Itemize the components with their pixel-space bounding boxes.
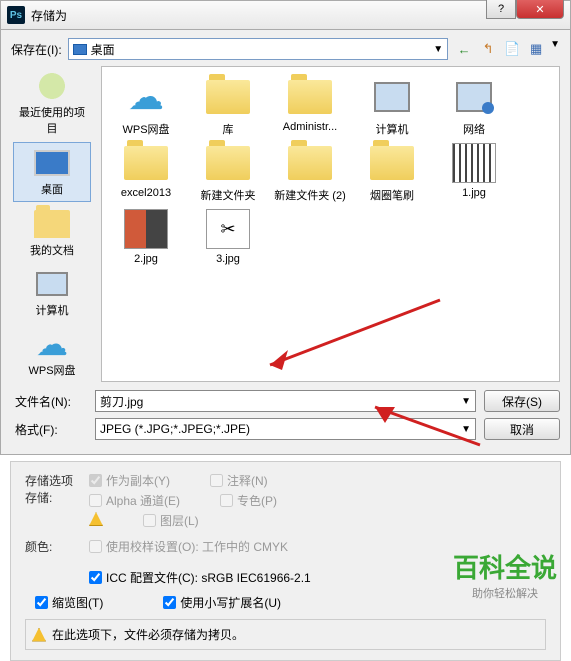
nav-up-icon[interactable]: ↰ bbox=[478, 39, 498, 59]
computer-icon bbox=[36, 272, 68, 296]
color-label: 颜色: bbox=[25, 538, 89, 586]
save-in-value: 桌面 bbox=[91, 41, 115, 58]
file-item[interactable]: excel2013 bbox=[110, 141, 182, 203]
file-icon bbox=[450, 75, 498, 119]
desktop-icon bbox=[73, 44, 87, 55]
nav-back-icon[interactable]: ← bbox=[454, 39, 474, 59]
format-select[interactable]: JPEG (*.JPG;*.JPEG;*.JPE) ▼ bbox=[95, 418, 476, 440]
chevron-down-icon[interactable]: ▼ bbox=[550, 39, 560, 59]
file-item[interactable]: 新建文件夹 (2) bbox=[274, 141, 346, 203]
file-item[interactable]: 2.jpg bbox=[110, 207, 182, 265]
cloud-icon: ☁ bbox=[32, 328, 72, 360]
file-icon bbox=[204, 141, 252, 185]
checkbox-layers: 图层(L) bbox=[143, 512, 199, 529]
app-icon: Ps bbox=[7, 6, 25, 24]
file-icon bbox=[204, 75, 252, 119]
sidebar-computer[interactable]: 计算机 bbox=[13, 264, 91, 322]
folder-icon bbox=[34, 210, 70, 238]
file-item[interactable]: 网络 bbox=[438, 75, 510, 137]
warning-icon bbox=[89, 512, 103, 526]
window-title: 存储为 bbox=[31, 7, 67, 24]
file-item[interactable]: ☁WPS网盘 bbox=[110, 75, 182, 137]
file-item[interactable]: 烟圈笔刷 bbox=[356, 141, 428, 203]
file-icon bbox=[450, 141, 498, 185]
filename-input[interactable]: 剪刀.jpg ▼ bbox=[95, 390, 476, 412]
warning-message: 在此选项下，文件必须存储为拷贝。 bbox=[25, 619, 546, 650]
sidebar-recent[interactable]: 最近使用的项目 bbox=[13, 66, 91, 140]
file-icon bbox=[122, 141, 170, 185]
file-icon bbox=[122, 207, 170, 251]
file-icon: ☁ bbox=[122, 75, 170, 119]
desktop-icon bbox=[34, 150, 70, 176]
file-icon bbox=[368, 75, 416, 119]
sidebar-desktop[interactable]: 桌面 bbox=[13, 142, 91, 202]
chevron-down-icon: ▼ bbox=[461, 424, 471, 435]
nav-view-icon[interactable]: ▦ bbox=[526, 39, 546, 59]
watermark: 百科全说 助你轻松解决 bbox=[453, 548, 557, 601]
cancel-button[interactable]: 取消 bbox=[484, 418, 560, 440]
help-button[interactable]: ? bbox=[486, 0, 516, 19]
format-label: 格式(F): bbox=[11, 421, 87, 438]
file-item[interactable]: ✂3.jpg bbox=[192, 207, 264, 265]
places-sidebar: 最近使用的项目 桌面 我的文档 计算机 ☁ WPS网盘 bbox=[11, 66, 93, 382]
file-icon bbox=[286, 75, 334, 119]
warning-icon bbox=[32, 628, 46, 642]
save-in-label: 保存在(I): bbox=[11, 41, 62, 58]
file-icon bbox=[286, 141, 334, 185]
filename-label: 文件名(N): bbox=[11, 393, 87, 410]
save-in-select[interactable]: 桌面 ▼ bbox=[68, 38, 448, 60]
storage-options-title: 存储选项 bbox=[25, 472, 89, 489]
sidebar-documents[interactable]: 我的文档 bbox=[13, 204, 91, 262]
file-item[interactable]: 新建文件夹 bbox=[192, 141, 264, 203]
checkbox-spot: 专色(P) bbox=[220, 492, 277, 509]
checkbox-as-copy: 作为副本(Y) bbox=[89, 472, 170, 489]
chevron-down-icon: ▼ bbox=[461, 396, 471, 407]
checkbox-alpha: Alpha 通道(E) bbox=[89, 492, 180, 509]
nav-new-folder-icon[interactable]: 📄 bbox=[502, 39, 522, 59]
file-item[interactable]: 计算机 bbox=[356, 75, 428, 137]
checkbox-thumbnail[interactable]: 缩览图(T) bbox=[35, 594, 103, 611]
storage-label: 存储: bbox=[25, 489, 89, 506]
file-icon: ✂ bbox=[204, 207, 252, 251]
clock-icon bbox=[32, 70, 72, 102]
save-button[interactable]: 保存(S) bbox=[484, 390, 560, 412]
file-icon bbox=[368, 141, 416, 185]
file-item[interactable]: 1.jpg bbox=[438, 141, 510, 203]
file-item[interactable]: 库 bbox=[192, 75, 264, 137]
sidebar-wps[interactable]: ☁ WPS网盘 bbox=[13, 324, 91, 382]
close-button[interactable]: ✕ bbox=[516, 0, 564, 19]
file-list[interactable]: ☁WPS网盘库Administr...计算机网络 excel2013新建文件夹新建… bbox=[101, 66, 560, 382]
checkbox-notes: 注释(N) bbox=[210, 472, 268, 489]
chevron-down-icon: ▼ bbox=[433, 44, 443, 55]
file-item[interactable]: Administr... bbox=[274, 75, 346, 137]
checkbox-lowercase-ext[interactable]: 使用小写扩展名(U) bbox=[163, 594, 281, 611]
